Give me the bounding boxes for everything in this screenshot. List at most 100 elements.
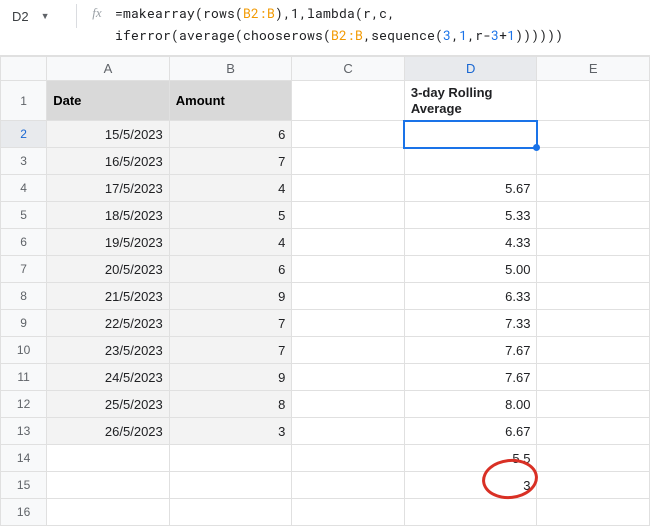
cell[interactable] <box>292 445 405 472</box>
row-head[interactable]: 1 <box>1 81 47 121</box>
cell[interactable] <box>537 418 650 445</box>
cell[interactable]: 26/5/2023 <box>47 418 170 445</box>
cell[interactable]: 20/5/2023 <box>47 256 170 283</box>
cell[interactable]: 5.00 <box>404 256 537 283</box>
cell[interactable] <box>169 445 292 472</box>
col-head-A[interactable]: A <box>47 57 170 81</box>
row-head[interactable]: 9 <box>1 310 47 337</box>
cell[interactable]: 7 <box>169 310 292 337</box>
cell-selected[interactable] <box>404 121 537 148</box>
cell[interactable]: 24/5/2023 <box>47 364 170 391</box>
cell[interactable] <box>292 175 405 202</box>
row-head[interactable]: 11 <box>1 364 47 391</box>
cell[interactable] <box>537 202 650 229</box>
cell[interactable]: 5 <box>169 202 292 229</box>
row-head[interactable]: 12 <box>1 391 47 418</box>
row-head[interactable]: 15 <box>1 472 47 499</box>
cell[interactable] <box>292 121 405 148</box>
row-head[interactable]: 4 <box>1 175 47 202</box>
row-head[interactable]: 3 <box>1 148 47 175</box>
cell[interactable]: Date <box>47 81 170 121</box>
cell[interactable] <box>404 148 537 175</box>
cell[interactable] <box>537 364 650 391</box>
cell[interactable]: 16/5/2023 <box>47 148 170 175</box>
cell[interactable] <box>169 472 292 499</box>
cell[interactable] <box>404 499 537 526</box>
cell[interactable] <box>537 81 650 121</box>
cell[interactable]: 19/5/2023 <box>47 229 170 256</box>
cell[interactable]: 6 <box>169 121 292 148</box>
cell[interactable] <box>292 418 405 445</box>
cell[interactable]: 4 <box>169 175 292 202</box>
cell[interactable]: 25/5/2023 <box>47 391 170 418</box>
name-box[interactable]: D2 ▼ <box>8 4 68 28</box>
cell[interactable] <box>292 256 405 283</box>
cell[interactable]: 18/5/2023 <box>47 202 170 229</box>
cell[interactable] <box>537 310 650 337</box>
col-head-C[interactable]: C <box>292 57 405 81</box>
cell[interactable]: 3-day Rolling Average <box>404 81 537 121</box>
cell[interactable] <box>292 148 405 175</box>
cell[interactable]: 6 <box>169 256 292 283</box>
cell[interactable]: 23/5/2023 <box>47 337 170 364</box>
row-head[interactable]: 16 <box>1 499 47 526</box>
cell[interactable] <box>47 499 170 526</box>
cell[interactable]: 9 <box>169 364 292 391</box>
row-head[interactable]: 10 <box>1 337 47 364</box>
cell[interactable]: 5.67 <box>404 175 537 202</box>
cell[interactable] <box>292 229 405 256</box>
cell[interactable]: 17/5/2023 <box>47 175 170 202</box>
cell[interactable] <box>537 445 650 472</box>
cell[interactable]: 5.33 <box>404 202 537 229</box>
cell[interactable] <box>537 256 650 283</box>
cell[interactable]: 6.67 <box>404 418 537 445</box>
cell[interactable]: 15/5/2023 <box>47 121 170 148</box>
formula-line-2[interactable]: iferror(average(chooserows(B2:B,sequence… <box>115 26 563 44</box>
cell[interactable] <box>537 121 650 148</box>
cell[interactable]: 4 <box>169 229 292 256</box>
name-box-dropdown-icon[interactable]: ▼ <box>41 11 50 21</box>
cell[interactable]: 3 <box>169 418 292 445</box>
cell[interactable] <box>537 229 650 256</box>
cell[interactable]: 22/5/2023 <box>47 310 170 337</box>
cell[interactable] <box>292 391 405 418</box>
cell[interactable] <box>292 202 405 229</box>
cell[interactable] <box>537 283 650 310</box>
cell[interactable] <box>292 81 405 121</box>
col-head-D[interactable]: D <box>404 57 537 81</box>
row-head[interactable]: 7 <box>1 256 47 283</box>
cell[interactable] <box>292 283 405 310</box>
cell[interactable]: 7 <box>169 337 292 364</box>
row-head[interactable]: 2 <box>1 121 47 148</box>
col-head-B[interactable]: B <box>169 57 292 81</box>
select-all-corner[interactable] <box>1 57 47 81</box>
cell[interactable] <box>292 364 405 391</box>
cell[interactable] <box>537 337 650 364</box>
cell[interactable]: 7.33 <box>404 310 537 337</box>
row-head[interactable]: 6 <box>1 229 47 256</box>
cell[interactable]: 6.33 <box>404 283 537 310</box>
row-head[interactable]: 14 <box>1 445 47 472</box>
formula-line-1[interactable]: =makearray(rows(B2:B),1,lambda(r,c, <box>115 4 395 22</box>
cell[interactable] <box>47 445 170 472</box>
cell[interactable]: 7 <box>169 148 292 175</box>
cell[interactable] <box>292 472 405 499</box>
cell[interactable]: 4.33 <box>404 229 537 256</box>
cell[interactable]: Amount <box>169 81 292 121</box>
cell[interactable] <box>292 310 405 337</box>
cell[interactable] <box>169 499 292 526</box>
spreadsheet-grid[interactable]: A B C D E 1 Date Amount 3-day Rolling Av… <box>0 56 650 526</box>
cell[interactable] <box>537 175 650 202</box>
cell[interactable]: 7.67 <box>404 337 537 364</box>
cell[interactable]: 9 <box>169 283 292 310</box>
row-head[interactable]: 5 <box>1 202 47 229</box>
cell[interactable]: 21/5/2023 <box>47 283 170 310</box>
cell[interactable]: 3 <box>404 472 537 499</box>
row-head[interactable]: 8 <box>1 283 47 310</box>
cell[interactable] <box>292 337 405 364</box>
row-head[interactable]: 13 <box>1 418 47 445</box>
cell[interactable]: 7.67 <box>404 364 537 391</box>
cell[interactable]: 8.00 <box>404 391 537 418</box>
cell[interactable] <box>47 472 170 499</box>
cell[interactable] <box>537 472 650 499</box>
